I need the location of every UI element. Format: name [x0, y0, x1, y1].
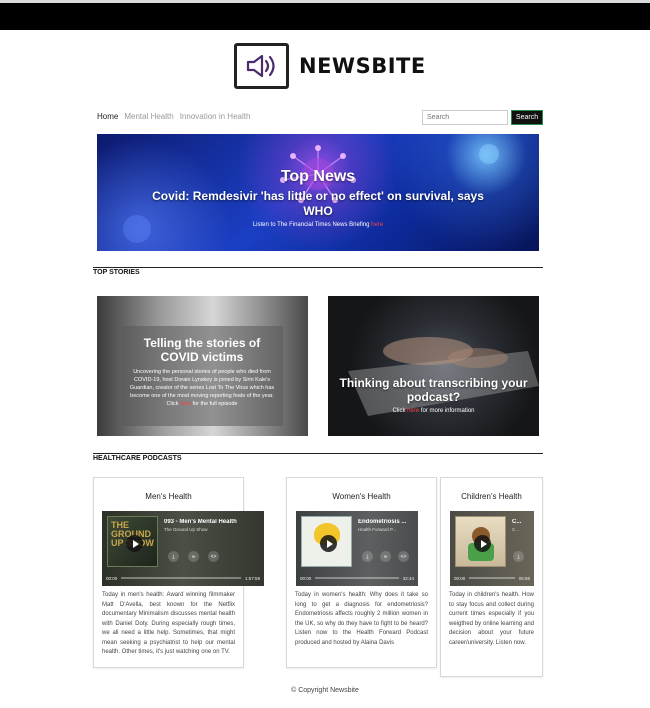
search-button[interactable]: Search — [511, 110, 543, 125]
nav-item-home[interactable]: Home — [97, 112, 118, 121]
podcast-description: Today in men's health: Award winning fil… — [102, 592, 235, 655]
podcast-description: Today in women's health: Why does it tak… — [295, 592, 428, 646]
top-stories-heading: TOP STORIES — [93, 269, 140, 276]
time-start: 00:00 — [106, 575, 118, 581]
progress-bar[interactable]: 00:00 1:57:59 — [106, 574, 260, 582]
story-subtext-prefix: Click — [392, 408, 406, 414]
story-body-suffix: for the full episode — [192, 401, 238, 407]
hero-subtext: Listen to The Financial Times News Brief… — [97, 222, 539, 228]
story-subtext: Click here for more information — [328, 408, 539, 414]
progress-track[interactable] — [469, 577, 515, 579]
main-nav: Home Mental Health Innovation in Health — [97, 112, 250, 121]
podcast-card-womens-health: Women's Health Endometriosis ... Health … — [286, 477, 437, 668]
time-end: 05:55 — [518, 575, 530, 581]
episode-title: Endometriosis ... — [358, 519, 407, 525]
podcast-heading: Men's Health — [145, 492, 192, 501]
play-icon[interactable] — [474, 535, 491, 552]
play-icon[interactable] — [320, 535, 337, 552]
section-divider — [93, 267, 543, 268]
story-overlay: Telling the stories of COVID victims Unc… — [121, 326, 283, 426]
podcast-description: Today in children's health. How to stay … — [449, 592, 534, 646]
hero-title: Top News — [280, 168, 356, 185]
top-news-hero[interactable]: Top News Covid: Remdesivir 'has little o… — [97, 134, 539, 251]
progress-track[interactable] — [121, 577, 241, 579]
podcast-player: Endometriosis ... Health Forward P... ⤓ … — [296, 511, 418, 586]
nav-item-mental-health[interactable]: Mental Health — [124, 112, 173, 121]
brand-name: NEWSBITE — [299, 54, 426, 78]
link-icon[interactable]: ∞ — [188, 551, 199, 562]
story-here-link[interactable]: here — [180, 401, 191, 407]
nav-item-innovation[interactable]: Innovation in Health — [180, 112, 251, 121]
search-form: Search — [422, 110, 543, 125]
show-name: C... — [512, 527, 520, 532]
show-name: Health Forward P... — [358, 527, 397, 532]
embed-icon[interactable]: <> — [398, 551, 409, 562]
podcast-thumbnail: THE GROUND UP SHOW — [107, 516, 158, 567]
hero-here-link[interactable]: here — [371, 222, 383, 228]
podcast-player: C... C... ⤓ 00:00 05:55 — [450, 511, 534, 586]
story-card-covid-victims[interactable]: Telling the stories of COVID victims Unc… — [97, 296, 308, 436]
podcast-card-childrens-health: Children's Health C... C... ⤓ 00:00 05:5… — [440, 477, 543, 677]
podcast-heading: Children's Health — [461, 492, 522, 501]
podcast-heading: Women's Health — [332, 492, 391, 501]
hero-headline: Covid: Remdesivir 'has little or no effe… — [152, 189, 484, 218]
progress-track[interactable] — [315, 577, 399, 579]
time-end: 1:57:59 — [244, 575, 260, 581]
episode-title: 093 - Men's Mental Health — [164, 519, 237, 525]
search-input[interactable] — [422, 110, 508, 125]
podcast-thumbnail — [301, 516, 352, 567]
story-title: Thinking about transcribing your podcast… — [339, 376, 528, 404]
top-black-bar — [0, 0, 650, 30]
play-icon[interactable] — [126, 535, 143, 552]
story-subtext-suffix: for more information — [420, 408, 475, 414]
hero-subtext-prefix: Listen to The Financial Times News Brief… — [252, 222, 370, 228]
time-start: 00:00 — [300, 575, 312, 581]
podcast-card-mens-health: Men's Health THE GROUND UP SHOW 093 - Me… — [93, 477, 264, 668]
time-start: 00:00 — [454, 575, 466, 581]
download-icon[interactable]: ⤓ — [362, 551, 373, 562]
section-divider — [93, 453, 543, 454]
story-body: Uncovering the personal stories of peopl… — [121, 368, 283, 408]
time-end: 32:44 — [402, 575, 414, 581]
episode-title: C... — [512, 519, 522, 525]
copyright-footer: © Copyright Newsbite — [291, 687, 359, 694]
download-icon[interactable]: ⤓ — [168, 551, 179, 562]
show-name: The Ground Up Show — [164, 527, 208, 532]
link-icon[interactable]: ∞ — [380, 551, 391, 562]
podcast-thumbnail — [455, 516, 506, 567]
download-icon[interactable]: ⤓ — [513, 551, 524, 562]
progress-bar[interactable]: 00:00 32:44 — [300, 574, 414, 582]
speaker-icon — [234, 43, 289, 89]
story-card-transcribing[interactable]: Thinking about transcribing your podcast… — [328, 296, 539, 436]
story-title: Telling the stories of COVID victims — [143, 336, 261, 364]
brand-logo[interactable]: NEWSBITE — [234, 43, 426, 89]
podcast-player: THE GROUND UP SHOW 093 - Men's Mental He… — [102, 511, 264, 586]
laptop-typing-illustration — [348, 337, 539, 416]
healthcare-podcasts-heading: HEALTHCARE PODCASTS — [93, 455, 182, 462]
embed-icon[interactable]: <> — [208, 551, 219, 562]
progress-bar[interactable]: 00:00 05:55 — [454, 574, 530, 582]
story-here-link[interactable]: here — [407, 408, 419, 414]
